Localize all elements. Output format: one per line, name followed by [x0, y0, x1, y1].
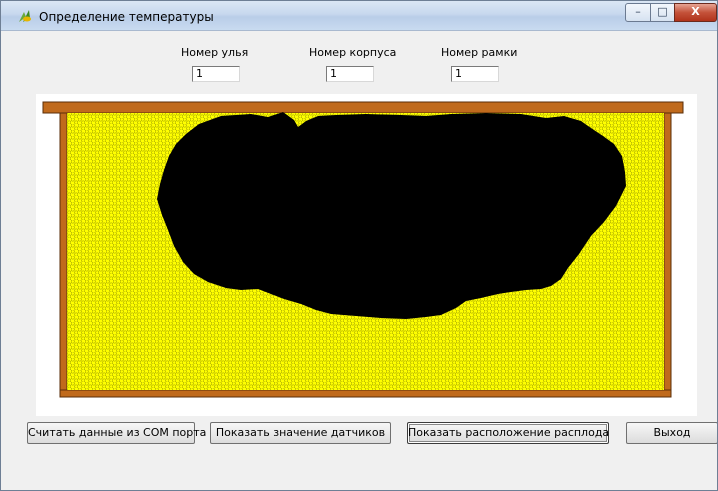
- show-brood-location-button[interactable]: Показать расположение расплода: [407, 422, 609, 444]
- case-number-label: Номер корпуса: [309, 46, 397, 59]
- main-window: Определение температуры – □ X Номер улья…: [0, 0, 718, 491]
- read-com-port-button[interactable]: Считать данные из COM порта: [27, 422, 206, 444]
- window-title: Определение температуры: [39, 10, 214, 24]
- frame-left-side: [59, 112, 68, 395]
- frame-bottom-bar: [59, 389, 672, 398]
- app-icon: [19, 10, 31, 22]
- frame-canvas: [36, 94, 697, 416]
- close-button[interactable]: X: [674, 3, 717, 22]
- frame-right-side: [663, 112, 672, 395]
- frame-top-bar: [42, 101, 684, 114]
- title-bar: Определение температуры – □ X: [1, 1, 717, 31]
- exit-button[interactable]: Выход: [626, 422, 717, 444]
- maximize-button[interactable]: □: [650, 3, 675, 22]
- show-sensor-values-button[interactable]: Показать значение датчиков: [210, 422, 391, 444]
- minimize-button[interactable]: –: [625, 3, 651, 22]
- hive-number-label: Номер улья: [181, 46, 249, 59]
- hive-number-input[interactable]: 1: [192, 66, 240, 82]
- frame-number-label: Номер рамки: [441, 46, 518, 59]
- case-number-input[interactable]: 1: [326, 66, 374, 82]
- frame-number-input[interactable]: 1: [451, 66, 499, 82]
- honeycomb-frame: [42, 101, 684, 398]
